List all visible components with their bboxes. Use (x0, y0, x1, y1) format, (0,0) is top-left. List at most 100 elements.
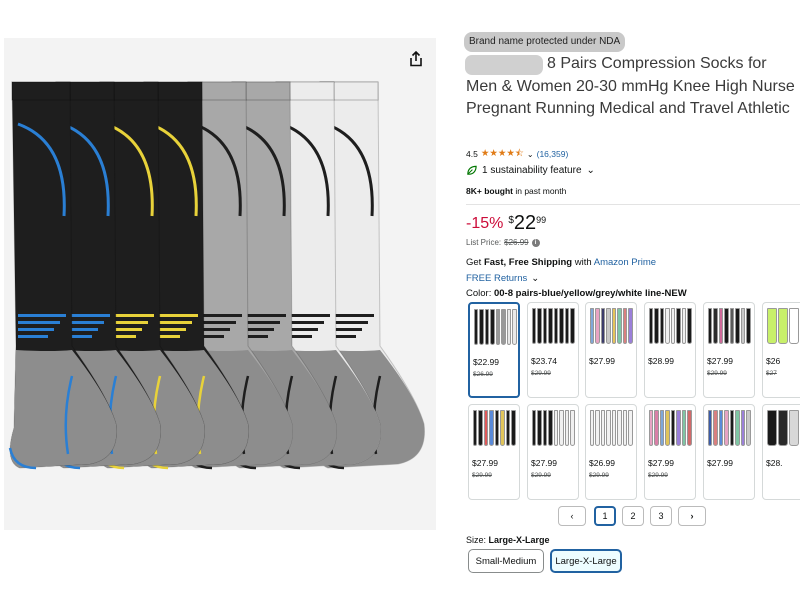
swatch-price: $26.99 (589, 458, 615, 468)
color-swatch[interactable]: $28.99 (644, 302, 696, 398)
swatch-sock-stripe (537, 410, 542, 446)
color-swatch[interactable]: $27.99 $29.99 (468, 404, 520, 500)
color-swatch[interactable]: $27.99 $29.99 (527, 404, 579, 500)
swatch-price: $27.99 (531, 458, 557, 468)
swatch-sock-stripe (687, 308, 692, 344)
sock-band (18, 335, 48, 338)
price-whole: 22 (513, 212, 537, 234)
swatch-thumbnail (766, 408, 800, 452)
sustainability-label: 1 sustainability feature (482, 165, 582, 176)
swatch-sock-stripe (506, 309, 511, 345)
swatch-thumbnail (766, 306, 800, 350)
swatch-price: $28. (766, 458, 783, 468)
swatch-sock-stripe (648, 410, 653, 446)
review-count-link[interactable]: (16,359) (537, 149, 569, 159)
color-swatch[interactable]: $27.99 $29.99 (703, 302, 755, 398)
shipping-prefix: Get (466, 257, 484, 268)
product-main-image[interactable] (4, 76, 436, 476)
swatch-thumbnail (531, 408, 575, 452)
swatch-sock-stripe (490, 309, 495, 345)
sock-cuff (11, 81, 71, 101)
divider (466, 204, 800, 205)
swatch-sock-stripe (553, 308, 558, 344)
pagination-page-1[interactable]: 1 (594, 506, 616, 526)
swatch-sock-stripe (617, 308, 622, 344)
swatch-sock-stripe (531, 410, 536, 446)
size-option-small-medium[interactable]: Small-Medium (468, 549, 544, 573)
color-swatch[interactable]: $28. (762, 404, 800, 500)
swatch-thumbnail (472, 408, 516, 452)
swatch-sock-stripe (511, 410, 516, 446)
swatch-sock-stripe (740, 308, 745, 344)
free-returns-label: FREE Returns (466, 273, 528, 284)
swatch-sock-stripe (548, 308, 553, 344)
color-swatch[interactable]: $23.74 $29.99 (527, 302, 579, 398)
swatch-sock-stripe (542, 410, 547, 446)
chevron-down-icon: ⌄ (586, 165, 595, 176)
bought-count: 8K+ bought in past month (466, 186, 566, 196)
swatch-sock-stripe (617, 410, 622, 446)
info-icon[interactable]: i (531, 238, 540, 247)
leaf-icon (467, 165, 477, 175)
swatch-sock-stripe (537, 308, 542, 344)
swatch-list-price: $29.99 (648, 472, 668, 479)
sustainability-row[interactable]: 1 sustainability feature ⌄ (466, 165, 595, 176)
color-swatch[interactable]: $26 $27 (762, 302, 800, 398)
chevron-down-icon[interactable]: ⌄ (527, 150, 534, 159)
discount-percent: -15% (466, 215, 504, 232)
swatch-sock-stripe (500, 410, 505, 446)
swatch-thumbnail (589, 408, 633, 452)
swatch-list-price: $27 (766, 370, 777, 377)
swatch-list-price: $29.99 (589, 472, 609, 479)
rating-row: 4.5 ★★★★⯪ ⌄ (16,359) (466, 146, 568, 162)
swatch-sock-stripe (724, 308, 729, 344)
free-returns-link[interactable]: FREE Returns ⌄ (466, 273, 539, 284)
star-rating-icon[interactable]: ★★★★⯪ (481, 146, 524, 162)
color-swatch[interactable]: $27.99 $29.99 (644, 404, 696, 500)
chevron-down-icon: ⌄ (531, 273, 540, 284)
brand-badge[interactable]: Brand name protected under NDA (464, 32, 626, 52)
share-button[interactable] (402, 46, 430, 72)
sock-band (18, 328, 54, 331)
swatch-sock-stripe (553, 410, 558, 446)
swatch-list-price: $26.99 (473, 371, 493, 378)
sock-band (18, 314, 66, 317)
pagination-next-button[interactable]: › (678, 506, 706, 526)
swatch-sock-stripe (676, 308, 681, 344)
swatch-sock-stripe (512, 309, 517, 345)
swatch-sock-stripe (654, 410, 659, 446)
pagination-page-2[interactable]: 2 (622, 506, 644, 526)
swatch-thumbnail (707, 408, 751, 452)
pagination-page-3[interactable]: 3 (650, 506, 672, 526)
price-fraction: 99 (536, 215, 547, 225)
swatch-sock-stripe (589, 410, 594, 446)
product-title-text: 8 Pairs Compression Socks for Men & Wome… (466, 55, 795, 118)
size-option-large-x-large[interactable]: Large-X-Large (550, 549, 622, 573)
swatch-sock-stripe (766, 308, 777, 344)
swatch-sock-stripe (648, 308, 653, 344)
swatch-sock-stripe (606, 410, 611, 446)
amazon-prime-link[interactable]: Amazon Prime (594, 257, 656, 268)
color-swatch[interactable]: $27.99 (703, 404, 755, 500)
rating-value: 4.5 (466, 149, 478, 159)
swatch-sock-stripe (735, 308, 740, 344)
swatch-sock-stripe (707, 308, 712, 344)
color-swatch[interactable]: $22.99 $26.99 (468, 302, 520, 398)
swatch-price: $27.99 (707, 356, 733, 366)
shipping-info: Get Fast, Free Shipping with Amazon Prim… (466, 257, 656, 268)
share-icon (410, 51, 422, 67)
color-value: 00-8 pairs-blue/yellow/grey/white line-N… (493, 288, 687, 299)
swatch-sock-stripe (595, 410, 600, 446)
swatch-list-price: $29.99 (707, 370, 727, 377)
swatch-sock-stripe (788, 410, 799, 446)
swatch-thumbnail (531, 306, 575, 350)
color-swatch[interactable]: $26.99 $29.99 (585, 404, 637, 500)
swatch-sock-stripe (659, 308, 664, 344)
color-swatch[interactable]: $27.99 (585, 302, 637, 398)
swatch-list-price: $29.99 (531, 472, 551, 479)
swatch-thumbnail (648, 408, 692, 452)
swatch-sock-stripe (707, 410, 712, 446)
color-selection-label: Color: 00-8 pairs-blue/yellow/grey/white… (466, 288, 687, 299)
swatch-price: $27.99 (648, 458, 674, 468)
pagination-prev-button[interactable]: ‹ (558, 506, 586, 526)
